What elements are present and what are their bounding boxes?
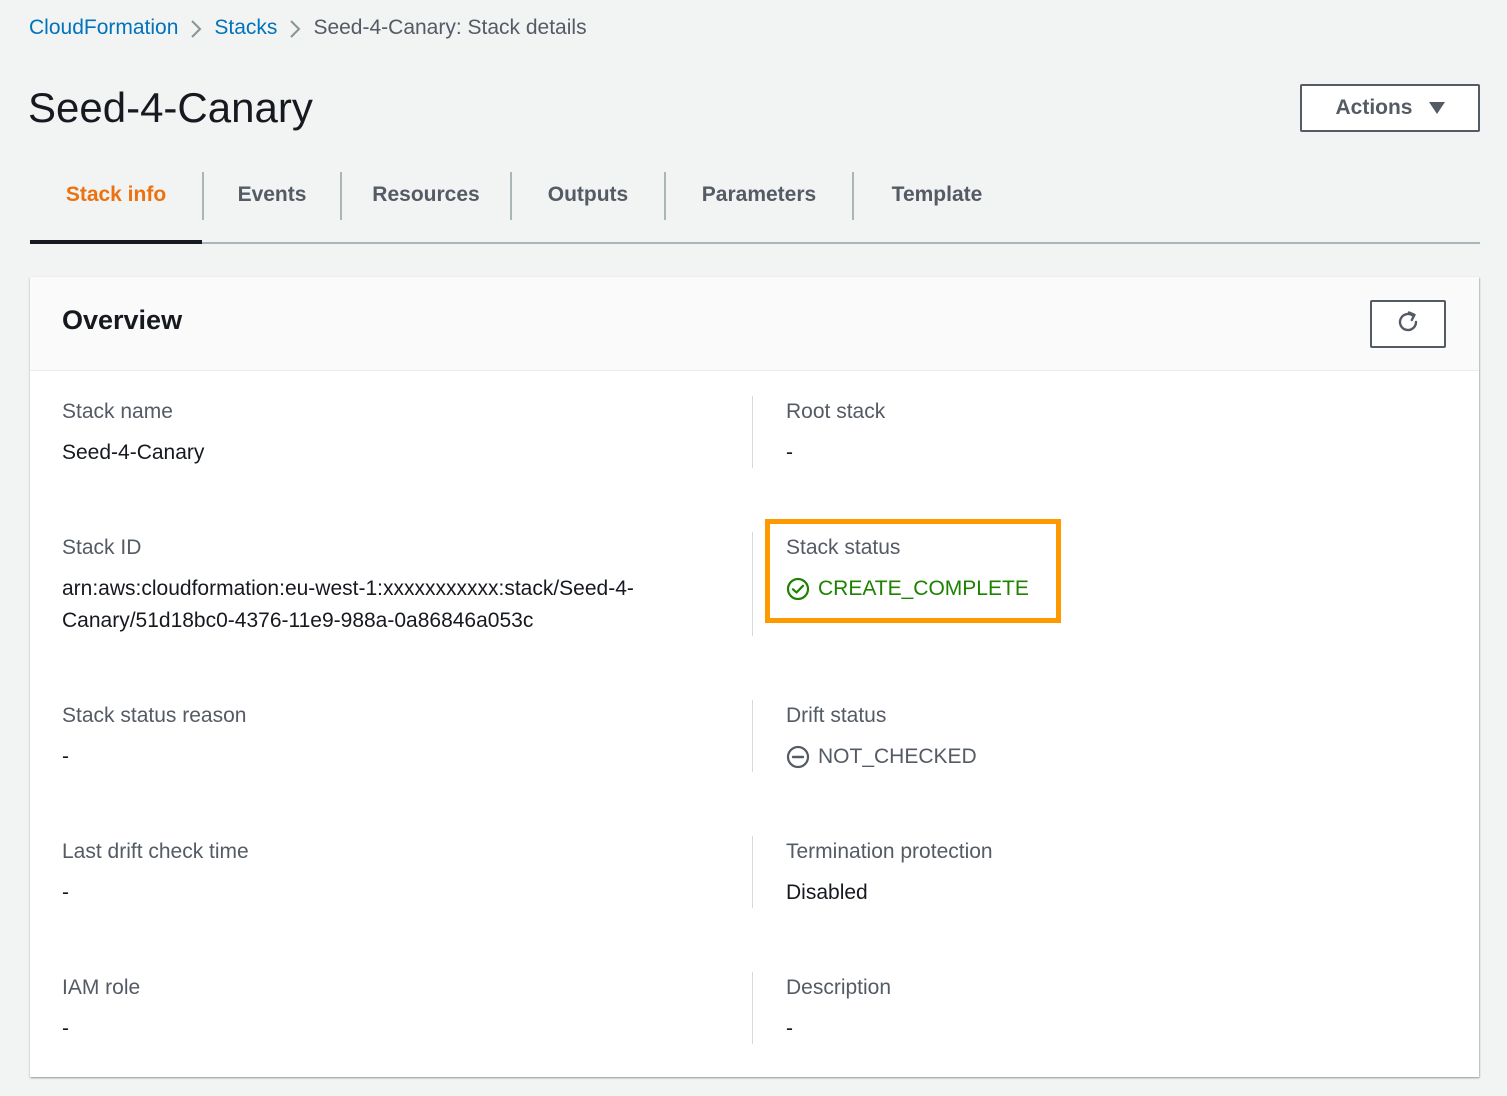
actions-button[interactable]: Actions	[1300, 84, 1480, 132]
description-label: Description	[786, 976, 892, 999]
stack-status-text: CREATE_COMPLETE	[818, 577, 1029, 600]
stack-status-reason-label: Stack status reason	[62, 704, 247, 727]
stack-id-value-line1: arn:aws:cloudformation:eu-west-1:xxxxxxx…	[62, 577, 634, 600]
iam-role-field: IAM role -	[62, 973, 140, 1045]
stack-id-label: Stack ID	[62, 536, 142, 559]
tab-resources[interactable]: Resources	[342, 170, 510, 242]
stack-id-value-line2: Canary/51d18bc0-4376-11e9-988a-0a86846a0…	[62, 609, 534, 632]
termination-protection-value: Disabled	[786, 881, 868, 904]
actions-button-label: Actions	[1335, 96, 1413, 119]
overview-header: Overview	[30, 277, 1479, 371]
stack-status-field: Stack status CREATE_COMPLETE	[786, 533, 1029, 605]
tab-stack-info[interactable]: Stack info	[30, 170, 202, 244]
stack-id-value: arn:aws:cloudformation:eu-west-1:xxxxxxx…	[62, 573, 722, 637]
root-stack-label: Root stack	[786, 400, 886, 423]
termination-protection-label: Termination protection	[786, 840, 993, 863]
tab-bar: Stack info Events Resources Outputs Para…	[30, 170, 1480, 244]
stack-name-value: Seed-4-Canary	[62, 441, 205, 464]
breadcrumb: CloudFormation Stacks Seed-4-Canary: Sta…	[29, 13, 587, 43]
last-drift-check-value: -	[62, 881, 69, 904]
minus-circle-icon	[786, 745, 810, 769]
stack-status-reason-value: -	[62, 745, 69, 768]
overview-title: Overview	[62, 305, 183, 335]
chevron-right-icon	[178, 13, 214, 43]
breadcrumb-stacks[interactable]: Stacks	[214, 13, 277, 43]
last-drift-check-label: Last drift check time	[62, 840, 249, 863]
refresh-icon	[1395, 309, 1421, 340]
drift-status-value: NOT_CHECKED	[786, 741, 977, 773]
drift-status-field: Drift status NOT_CHECKED	[786, 701, 977, 773]
page-title: Seed-4-Canary	[28, 84, 313, 131]
stack-id-field: Stack ID arn:aws:cloudformation:eu-west-…	[62, 533, 722, 637]
last-drift-check-field: Last drift check time -	[62, 837, 249, 909]
stack-name-field: Stack name Seed-4-Canary	[62, 397, 204, 469]
column-divider	[752, 532, 753, 636]
tab-template[interactable]: Template	[854, 170, 1020, 242]
breadcrumb-current: Seed-4-Canary: Stack details	[313, 16, 587, 39]
overview-panel: Overview Stack name Seed-4-Canary Root s…	[30, 277, 1479, 1077]
root-stack-value: -	[786, 441, 793, 464]
drift-status-label: Drift status	[786, 704, 887, 727]
stack-details-page: CloudFormation Stacks Seed-4-Canary: Sta…	[0, 0, 1507, 1096]
column-divider	[752, 836, 753, 908]
stack-name-label: Stack name	[62, 400, 173, 423]
stack-status-label: Stack status	[786, 536, 901, 559]
refresh-button[interactable]	[1370, 300, 1446, 348]
stack-status-reason-field: Stack status reason -	[62, 701, 246, 773]
breadcrumb-cloudformation[interactable]: CloudFormation	[29, 13, 178, 43]
iam-role-value: -	[62, 1017, 69, 1040]
termination-protection-field: Termination protection Disabled	[786, 837, 993, 909]
stack-status-value: CREATE_COMPLETE	[786, 573, 1029, 605]
tab-outputs[interactable]: Outputs	[512, 170, 664, 242]
iam-role-label: IAM role	[62, 976, 141, 999]
tab-events[interactable]: Events	[204, 170, 340, 242]
column-divider	[752, 972, 753, 1044]
root-stack-field: Root stack -	[786, 397, 885, 469]
column-divider	[752, 700, 753, 772]
tab-parameters[interactable]: Parameters	[666, 170, 852, 242]
description-value: -	[786, 1017, 793, 1040]
caret-down-icon	[1428, 102, 1445, 114]
description-field: Description -	[786, 973, 891, 1045]
chevron-right-icon	[277, 13, 313, 43]
column-divider	[752, 396, 753, 468]
check-circle-icon	[786, 577, 810, 601]
drift-status-text: NOT_CHECKED	[818, 745, 977, 768]
